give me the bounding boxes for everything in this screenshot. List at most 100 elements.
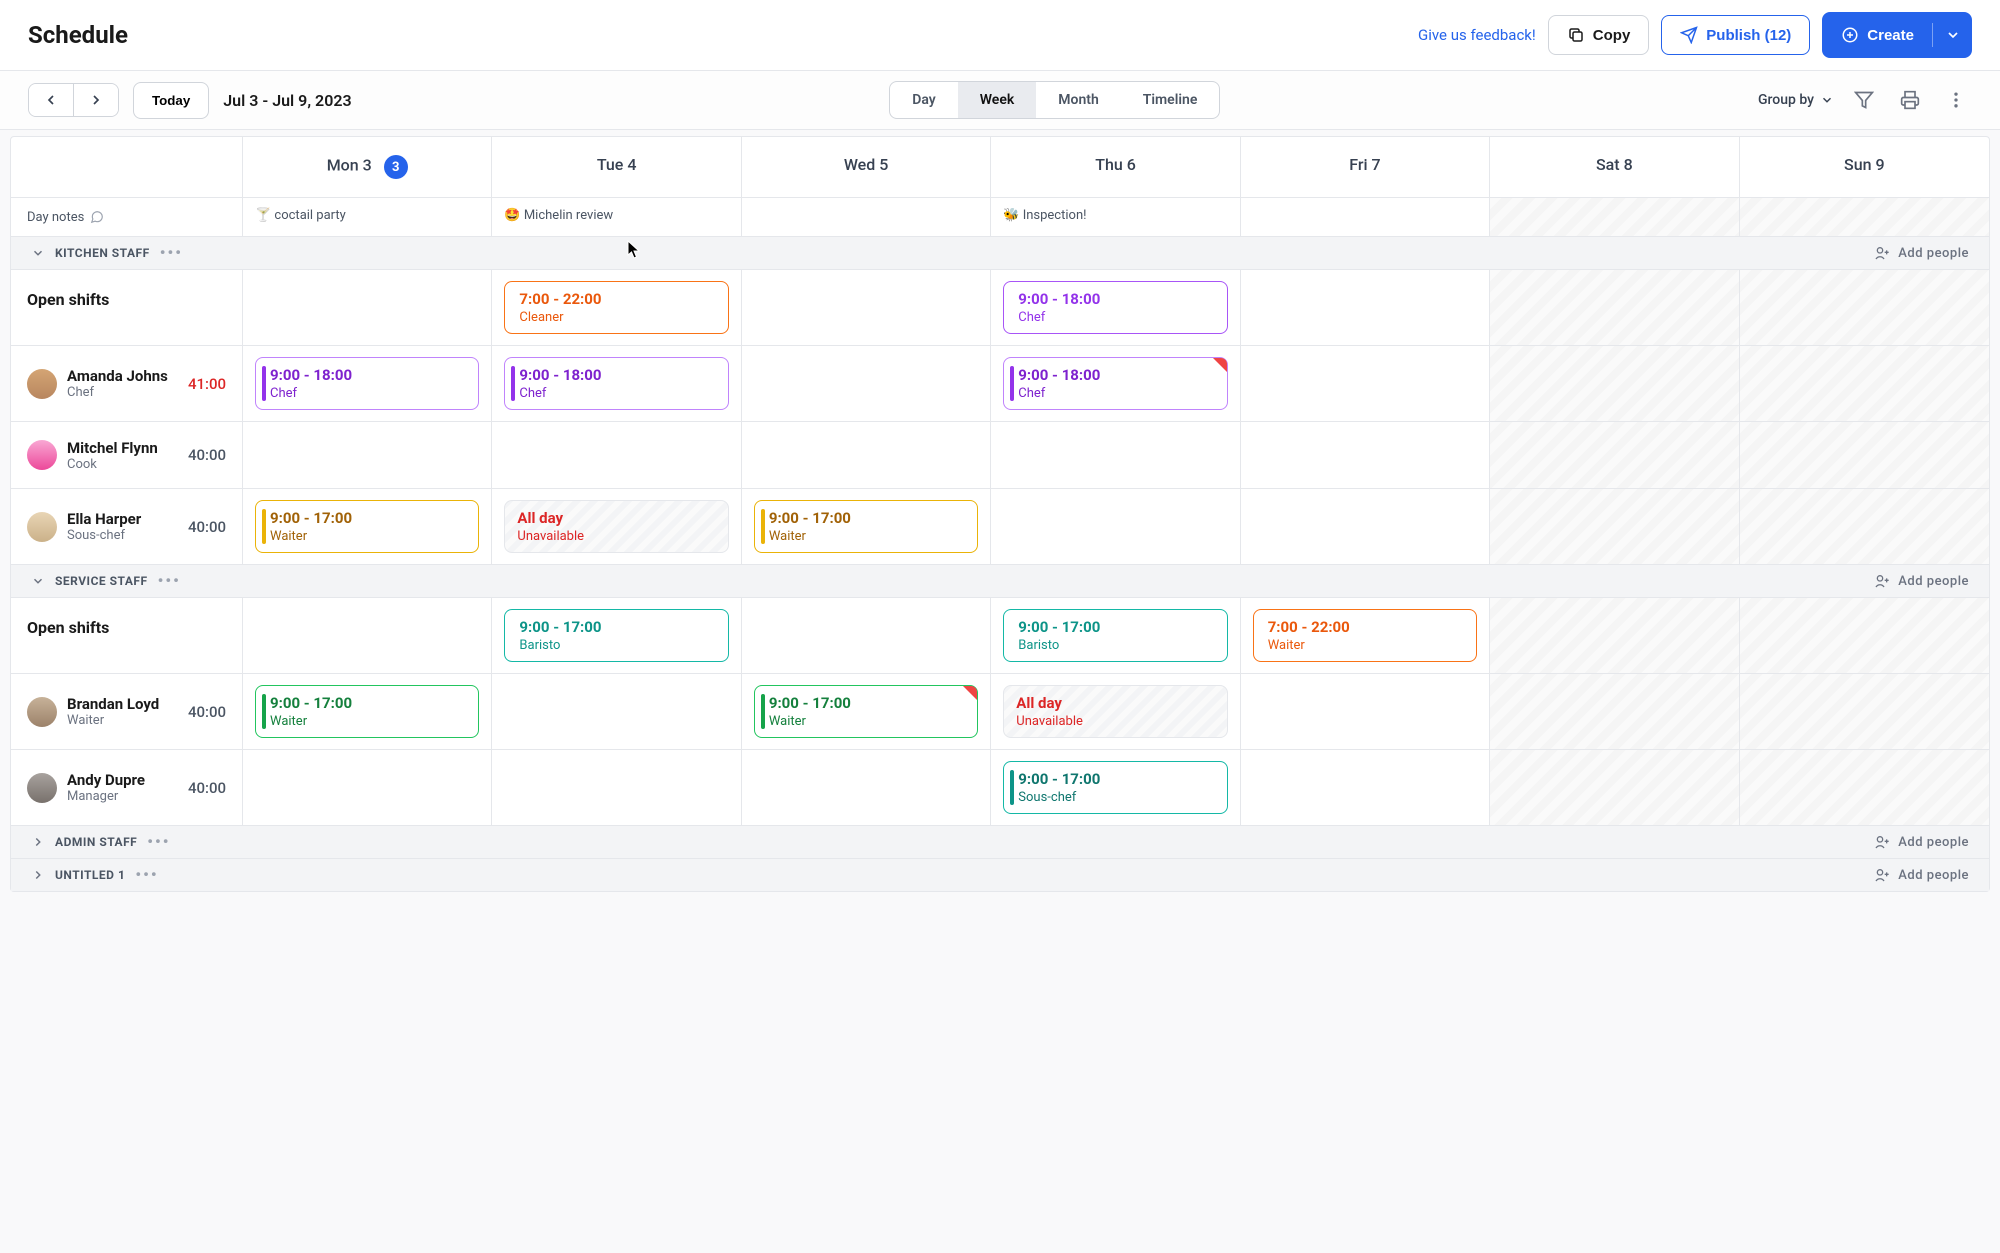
shift-cell[interactable] [1241,750,1490,825]
day-note[interactable] [1241,198,1490,236]
shift-cell[interactable] [1740,346,1989,421]
shift-cell[interactable]: 9:00 - 17:00 Waiter [742,489,991,564]
day-note[interactable] [1740,198,1989,236]
shift-cell[interactable] [991,489,1240,564]
prev-button[interactable] [29,84,74,116]
day-note[interactable]: 🤩 Michelin review [492,198,741,236]
shift-cell[interactable] [1490,598,1739,673]
add-people-button[interactable]: Add people [1874,867,1969,883]
shift-cell[interactable] [1740,489,1989,564]
tab-day[interactable]: Day [890,82,958,118]
group-more-button[interactable]: ••• [160,248,183,258]
group-toggle[interactable] [31,574,45,588]
day-note[interactable]: 🍸 coctail party [243,198,492,236]
shift-cell[interactable]: 9:00 - 18:00 Chef [991,270,1240,345]
print-button[interactable] [1894,84,1926,116]
shift-card[interactable]: 9:00 - 18:00 Chef [504,357,728,410]
unavailable-card[interactable]: All day Unavailable [504,500,728,553]
shift-cell[interactable] [1490,750,1739,825]
group-more-button[interactable]: ••• [158,576,181,586]
shift-cell[interactable] [1241,489,1490,564]
day-header-thu[interactable]: Thu 6 [991,137,1240,197]
open-shift[interactable]: 9:00 - 17:00 Baristo [504,609,728,662]
shift-cell[interactable] [1490,346,1739,421]
next-button[interactable] [74,84,118,116]
add-people-button[interactable]: Add people [1874,834,1969,850]
person-row-header[interactable]: Ella Harper Sous-chef 40:00 [11,489,243,564]
tab-month[interactable]: Month [1036,82,1121,118]
shift-cell[interactable] [742,270,991,345]
shift-cell[interactable] [1740,422,1989,488]
day-header-sat[interactable]: Sat 8 [1490,137,1739,197]
shift-cell[interactable]: 9:00 - 17:00 Waiter [243,674,492,749]
shift-cell[interactable]: 9:00 - 17:00 Sous-chef [991,750,1240,825]
day-header-sun[interactable]: Sun 9 [1740,137,1989,197]
person-row-header[interactable]: Amanda Johns Chef 41:00 [11,346,243,421]
person-row-header[interactable]: Brandan Loyd Waiter 40:00 [11,674,243,749]
shift-cell[interactable] [243,750,492,825]
day-note[interactable] [742,198,991,236]
open-shift[interactable]: 9:00 - 17:00 Baristo [1003,609,1227,662]
shift-card[interactable]: 9:00 - 18:00 Chef [255,357,479,410]
shift-cell[interactable] [1490,422,1739,488]
filter-button[interactable] [1848,84,1880,116]
shift-cell[interactable] [742,750,991,825]
day-note[interactable] [1490,198,1739,236]
shift-card[interactable]: 9:00 - 17:00 Waiter [255,685,479,738]
group-toggle[interactable] [31,246,45,260]
shift-cell[interactable]: 9:00 - 17:00 Waiter [742,674,991,749]
group-toggle[interactable] [31,868,45,882]
group-more-button[interactable]: ••• [147,837,170,847]
shift-cell[interactable] [1241,346,1490,421]
publish-button[interactable]: Publish (12) [1661,15,1810,55]
shift-cell[interactable]: 9:00 - 17:00 Baristo [991,598,1240,673]
shift-cell[interactable] [492,674,741,749]
shift-cell[interactable]: 9:00 - 18:00 Chef [492,346,741,421]
person-row-header[interactable]: Andy Dupre Manager 40:00 [11,750,243,825]
more-button[interactable] [1940,84,1972,116]
shift-cell[interactable] [243,598,492,673]
shift-cell[interactable] [1490,674,1739,749]
shift-cell[interactable]: 9:00 - 18:00 Chef [243,346,492,421]
shift-card[interactable]: 9:00 - 17:00 Waiter [754,500,978,553]
shift-cell[interactable] [1740,750,1989,825]
shift-cell[interactable] [1490,489,1739,564]
shift-cell[interactable] [1740,598,1989,673]
shift-cell[interactable] [1241,674,1490,749]
day-header-wed[interactable]: Wed 5 [742,137,991,197]
open-shift[interactable]: 9:00 - 18:00 Chef [1003,281,1227,334]
open-shift[interactable]: 7:00 - 22:00 Cleaner [504,281,728,334]
shift-cell[interactable] [1740,674,1989,749]
shift-cell[interactable]: 9:00 - 17:00 Waiter [243,489,492,564]
today-button[interactable]: Today [133,82,209,119]
shift-cell[interactable] [243,270,492,345]
shift-card[interactable]: 9:00 - 17:00 Sous-chef [1003,761,1227,814]
shift-cell[interactable] [1490,270,1739,345]
shift-card[interactable]: 9:00 - 17:00 Waiter [255,500,479,553]
shift-cell[interactable] [1241,270,1490,345]
tab-week[interactable]: Week [958,82,1037,118]
shift-cell[interactable] [742,598,991,673]
tab-timeline[interactable]: Timeline [1121,82,1220,118]
shift-cell[interactable]: 9:00 - 17:00 Baristo [492,598,741,673]
unavailable-card[interactable]: All day Unavailable [1003,685,1227,738]
add-people-button[interactable]: Add people [1874,245,1969,261]
person-row-header[interactable]: Mitchel Flynn Cook 40:00 [11,422,243,488]
shift-cell[interactable] [1740,270,1989,345]
shift-card[interactable]: 9:00 - 18:00 Chef [1003,357,1227,410]
shift-cell[interactable] [991,422,1240,488]
shift-cell[interactable]: All day Unavailable [991,674,1240,749]
shift-cell[interactable] [492,750,741,825]
shift-cell[interactable] [742,422,991,488]
copy-button[interactable]: Copy [1548,15,1650,55]
feedback-link[interactable]: Give us feedback! [1418,26,1536,44]
shift-cell[interactable]: 7:00 - 22:00 Cleaner [492,270,741,345]
group-toggle[interactable] [31,835,45,849]
shift-cell[interactable]: 9:00 - 18:00 Chef [991,346,1240,421]
add-people-button[interactable]: Add people [1874,573,1969,589]
group-more-button[interactable]: ••• [135,870,158,880]
shift-cell[interactable]: 7:00 - 22:00 Waiter [1241,598,1490,673]
shift-cell[interactable] [492,422,741,488]
create-button[interactable]: Create [1822,12,1972,58]
shift-cell[interactable] [1241,422,1490,488]
